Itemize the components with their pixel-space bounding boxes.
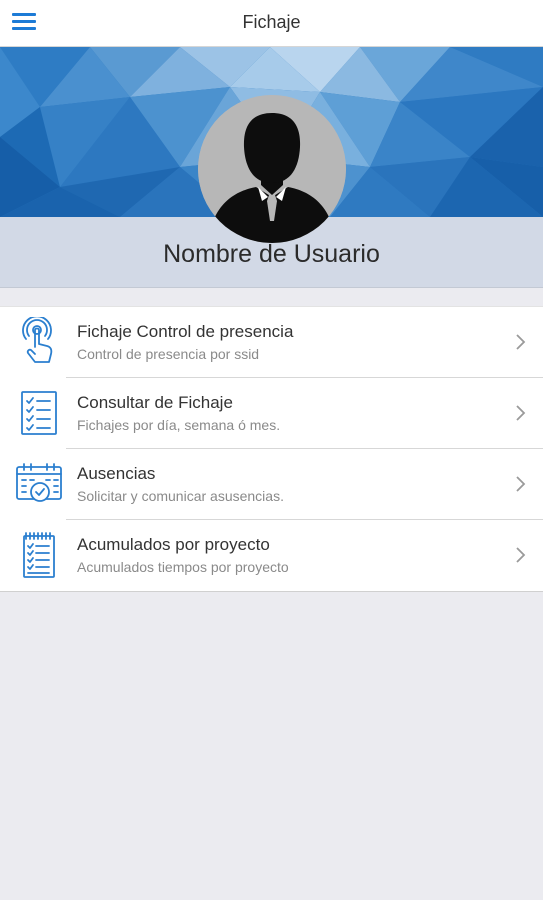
menu-item-acumulados-proyecto[interactable]: Acumulados por proyecto Acumulados tiemp… [0,520,543,591]
menu-item-subtitle: Control de presencia por ssid [77,346,260,362]
user-silhouette-icon[interactable] [198,95,346,243]
clipboard-list-icon [14,530,64,580]
menu-item-title: Ausencias [77,464,156,483]
menu-item-subtitle: Solicitar y comunicar asusencias. [77,488,284,504]
touch-hand-icon [14,315,64,367]
calendar-check-icon [14,459,64,509]
menu-item-consultar-fichaje[interactable]: Consultar de Fichaje Fichajes por día, s… [0,378,543,449]
page-title: Fichaje [242,12,301,32]
chevron-right-icon [515,404,527,422]
app-screen: Fichaje Nombre de Usuario Fichaje Contro… [0,0,543,900]
user-name: Nombre de Usuario [163,240,380,268]
menu-item-ausencias[interactable]: Ausencias Solicitar y comunicar asusenci… [0,449,543,520]
menu-item-subtitle: Acumulados tiempos por proyecto [77,559,289,575]
menu-item-title: Acumulados por proyecto [77,535,270,554]
checklist-icon [14,388,64,438]
chevron-right-icon [515,333,527,351]
menu-item-title: Consultar de Fichaje [77,393,233,412]
chevron-right-icon [515,475,527,493]
chevron-right-icon [515,546,527,564]
menu-item-fichaje-control[interactable]: Fichaje Control de presencia Control de … [0,307,543,378]
main-menu-list: Fichaje Control de presencia Control de … [0,306,543,592]
menu-item-title: Fichaje Control de presencia [77,322,294,341]
menu-item-subtitle: Fichajes por día, semana ó mes. [77,417,281,433]
top-bar: Fichaje [0,0,543,47]
